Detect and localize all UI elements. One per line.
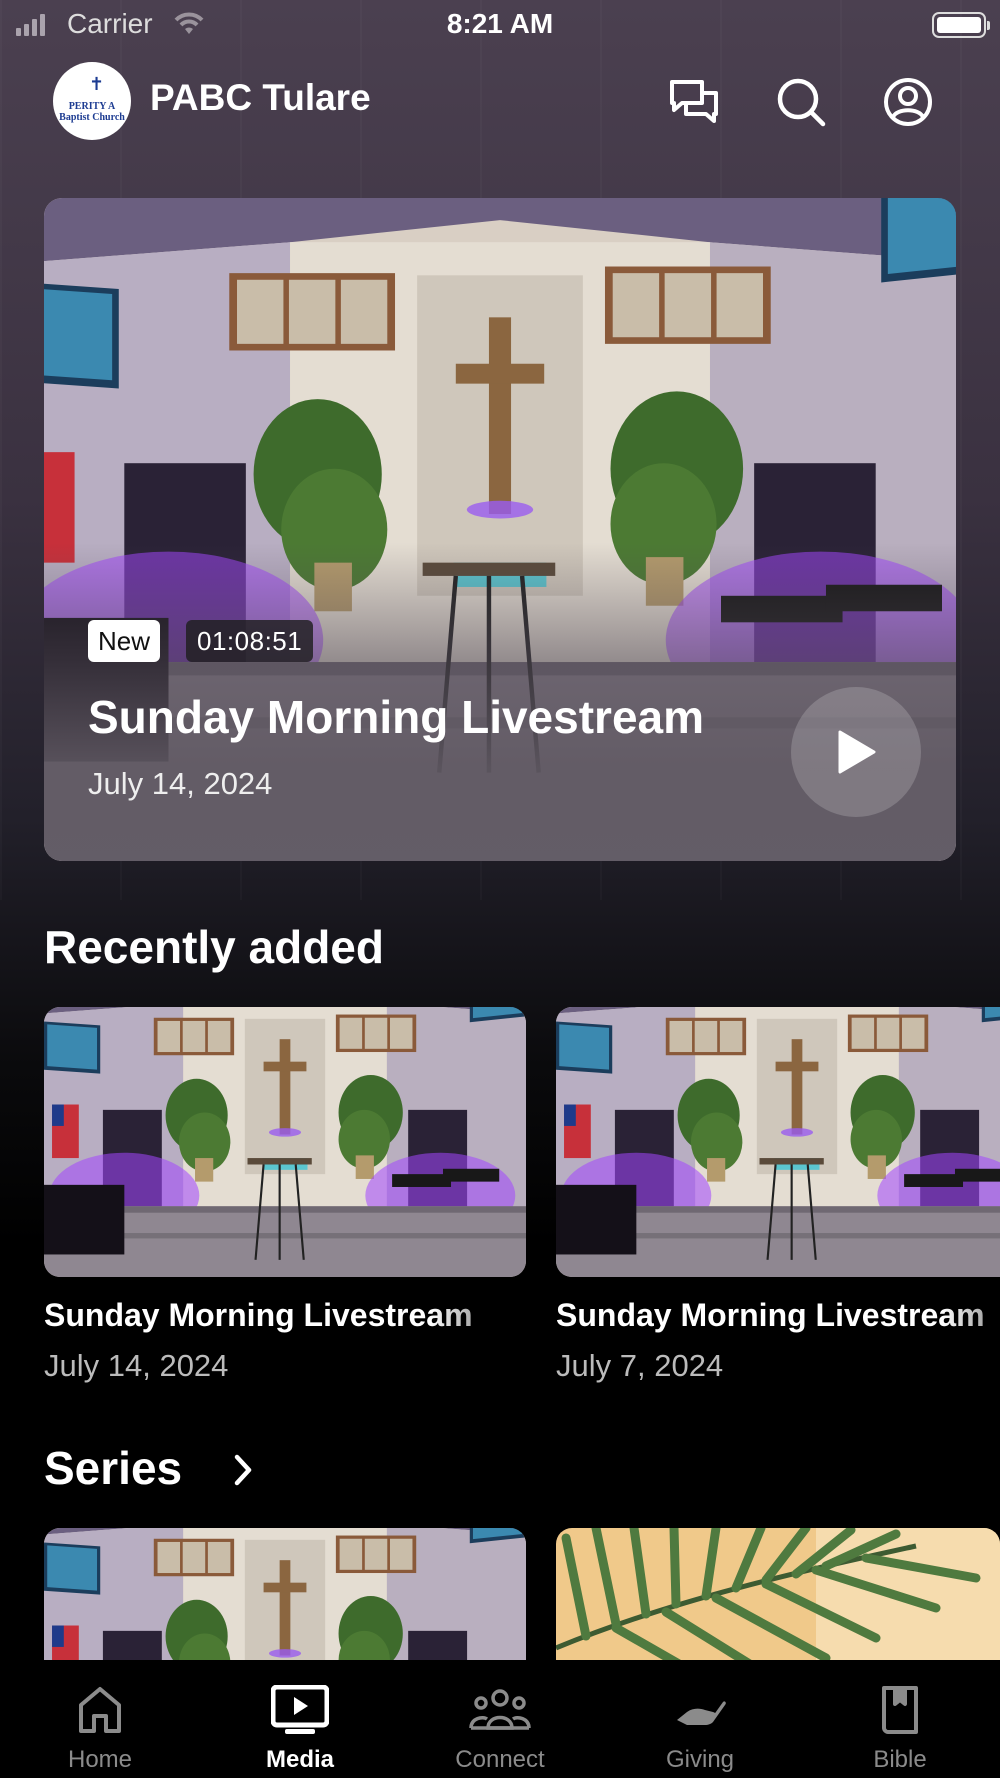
tab-label: Connect — [455, 1746, 545, 1773]
tab-giving[interactable]: Giving — [600, 1660, 800, 1778]
recently-added-card[interactable]: Sunday Morning Livestream July 7, 2024 — [556, 1007, 1000, 1384]
play-icon — [838, 730, 876, 774]
series-card[interactable] — [44, 1528, 526, 1668]
media-icon — [271, 1682, 329, 1738]
tab-label: Media — [265, 1746, 334, 1773]
chevron-right-icon[interactable] — [232, 1452, 254, 1493]
play-button[interactable] — [791, 687, 921, 817]
series-card[interactable] — [556, 1528, 1000, 1668]
connect-icon — [469, 1682, 531, 1738]
card-title: Sunday Morning Livestream — [44, 1297, 473, 1333]
search-icon[interactable] — [775, 76, 827, 128]
featured-title: Sunday Morning Livestream — [88, 691, 705, 743]
card-thumbnail — [44, 1007, 526, 1277]
battery-icon — [932, 12, 990, 38]
duration-badge: 01:08:51 — [186, 620, 314, 662]
card-date: July 14, 2024 — [44, 1348, 229, 1383]
featured-media-card[interactable]: New 01:08:51 Sunday Morning Livestream J… — [44, 198, 956, 861]
featured-date: July 14, 2024 — [88, 766, 273, 801]
tab-connect[interactable]: Connect — [400, 1660, 600, 1778]
card-date: July 7, 2024 — [556, 1348, 724, 1383]
app-title: PABC Tulare — [150, 77, 371, 118]
bible-icon — [880, 1682, 920, 1738]
series-thumbnail — [44, 1528, 526, 1668]
status-time: 8:21 AM — [446, 8, 554, 39]
app-header: ✝ PERITY A Baptist Church PABC Tulare — [0, 62, 1000, 142]
recently-added-card[interactable]: Sunday Morning Livestream July 14, 2024 — [44, 1007, 526, 1384]
tab-bar: Home Media Connect Giving Bible — [0, 1660, 1000, 1778]
recently-added-heading: Recently added — [44, 921, 384, 973]
series-heading[interactable]: Series — [44, 1441, 182, 1495]
tab-home[interactable]: Home — [0, 1660, 200, 1778]
chat-icon[interactable] — [668, 76, 720, 128]
status-bar: Carrier 8:21 AM — [0, 0, 1000, 50]
card-thumbnail — [556, 1007, 1000, 1277]
home-icon — [77, 1682, 123, 1738]
card-title: Sunday Morning Livestream — [556, 1297, 985, 1333]
tab-media[interactable]: Media — [200, 1660, 400, 1778]
giving-icon — [673, 1682, 727, 1738]
tab-label: Giving — [665, 1746, 735, 1773]
tab-label: Bible — [873, 1746, 927, 1773]
new-badge: New — [88, 620, 161, 662]
series-thumbnail — [556, 1528, 1000, 1668]
account-icon[interactable] — [882, 76, 934, 128]
cross-icon: ✝ — [89, 74, 105, 94]
logo-text: PERITY A Baptist Church — [59, 101, 125, 123]
church-logo[interactable]: ✝ PERITY A Baptist Church — [53, 62, 131, 140]
tab-label: Home — [67, 1746, 133, 1773]
tab-bible[interactable]: Bible — [800, 1660, 1000, 1778]
